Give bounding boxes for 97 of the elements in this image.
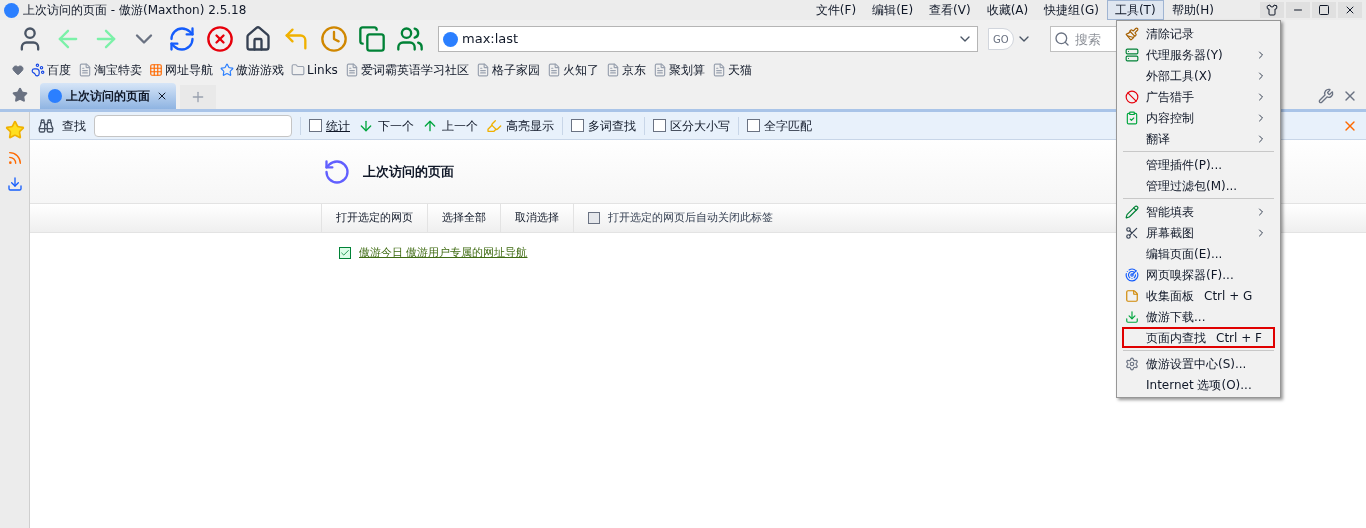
binoculars-icon <box>38 117 54 134</box>
star-icon[interactable] <box>4 120 25 140</box>
app-logo-icon <box>4 2 19 18</box>
gear-icon <box>1125 356 1139 371</box>
checkbox[interactable] <box>309 119 322 132</box>
bookmark-item[interactable]: 格子家园 <box>475 61 540 79</box>
clipboard-icon <box>1125 110 1139 125</box>
maximize-button[interactable] <box>1312 2 1336 18</box>
highlighter-icon <box>486 117 502 134</box>
find-field[interactable] <box>94 114 292 137</box>
bookmark-item[interactable]: 傲游游戏 <box>220 61 284 79</box>
refresh-icon <box>168 25 196 53</box>
radar-icon <box>1125 267 1139 282</box>
window-title: 上次访问的页面 - 傲游(Maxthon) 2.5.18 <box>23 2 247 19</box>
close-icon <box>1344 4 1356 16</box>
checkbox-label: 打开选定的网页后自动关闭此标签 <box>608 209 773 226</box>
rss-icon[interactable] <box>6 150 23 166</box>
menu-item[interactable]: 收藏(A) <box>978 0 1037 20</box>
checkbox[interactable] <box>339 247 351 260</box>
checkbox[interactable] <box>571 119 584 132</box>
menu-item[interactable]: 屏幕截图 <box>1122 222 1275 243</box>
checkbox[interactable] <box>653 119 666 132</box>
plus-icon <box>190 89 206 105</box>
menu-item[interactable]: 编辑页面(E)... <box>1122 243 1275 264</box>
windows-icon <box>358 25 386 53</box>
search-icon <box>1053 31 1070 47</box>
block-icon <box>1125 89 1139 104</box>
menu-item[interactable]: 广告猎手 <box>1122 86 1275 107</box>
menu-item[interactable]: 页面内查找 Ctrl + F <box>1122 327 1275 348</box>
menu-item[interactable]: 管理插件(P)... <box>1122 154 1275 175</box>
note-icon <box>1125 288 1139 303</box>
star-icon <box>220 63 234 77</box>
bookmark-item[interactable]: 聚划算 <box>652 61 705 79</box>
bookmark-item[interactable]: Links <box>291 61 338 79</box>
action-link[interactable]: 选择全部 <box>427 204 500 232</box>
grid-icon <box>149 63 163 77</box>
paw-icon <box>31 63 45 77</box>
address-field[interactable]: max:last <box>438 26 978 52</box>
tab[interactable]: 上次访问的页面 <box>40 83 176 109</box>
checkbox-label: 区分大小写 <box>670 117 730 135</box>
close-icon[interactable] <box>156 90 168 102</box>
scissors-icon <box>1125 225 1139 240</box>
wrench-icon[interactable] <box>1318 88 1334 104</box>
menu-item[interactable]: 帮助(H) <box>1163 0 1222 20</box>
checkbox-label: 多词查找 <box>588 117 636 135</box>
stop-icon <box>206 25 234 53</box>
bookmark-item[interactable]: 京东 <box>605 61 646 79</box>
find-label: 查找 <box>62 117 86 135</box>
bookmark-item[interactable]: 天猫 <box>711 61 752 79</box>
page-link[interactable]: 傲游今日 傲游用户专属的网址导航 <box>359 245 528 262</box>
menu-item[interactable]: 快捷组(G) <box>1036 0 1107 20</box>
folder-icon <box>291 63 305 77</box>
skin-button[interactable] <box>1260 2 1284 18</box>
download-icon[interactable] <box>6 176 23 192</box>
menu-item[interactable]: 管理过滤包(M)... <box>1122 175 1275 196</box>
bookmark-item[interactable]: 百度 <box>31 61 71 79</box>
find-button[interactable]: 上一个 <box>422 116 478 135</box>
pen-icon <box>1125 204 1139 219</box>
bookmark-item[interactable]: 淘宝特卖 <box>78 61 142 79</box>
menu-item[interactable]: 翻译 <box>1122 128 1275 149</box>
close-button[interactable] <box>1338 2 1362 18</box>
shirt-icon <box>1266 4 1278 16</box>
menu-item[interactable]: 文件(F) <box>807 0 865 20</box>
find-button[interactable]: 下一个 <box>358 116 414 135</box>
menu-item[interactable]: 外部工具(X) <box>1122 65 1275 86</box>
maximize-icon <box>1318 4 1330 16</box>
menu-item[interactable]: 编辑(E) <box>864 0 922 20</box>
menu-item[interactable]: 查看(V) <box>921 0 979 20</box>
menu-item[interactable]: Internet 选项(O)... <box>1122 374 1275 395</box>
menu-item[interactable]: 收集面板 Ctrl + G <box>1122 285 1275 306</box>
go-button[interactable]: GO <box>988 28 1014 50</box>
download-icon <box>1125 309 1139 324</box>
bookmark-item[interactable]: 网址导航 <box>149 61 213 79</box>
menu-item[interactable]: 网页嗅探器(F)... <box>1122 264 1275 285</box>
menu-item[interactable]: 傲游设置中心(S)... <box>1122 353 1275 374</box>
users-icon <box>396 25 424 53</box>
checkbox[interactable] <box>588 212 600 224</box>
checkbox[interactable] <box>747 119 760 132</box>
bookmark-item[interactable]: 爱词霸英语学习社区 <box>344 61 469 79</box>
history-page-icon <box>323 157 351 186</box>
checkbox-label: 统计 <box>326 117 350 135</box>
menu-item[interactable]: 工具(T) <box>1106 0 1164 20</box>
server-icon <box>1125 47 1139 62</box>
brush-icon <box>1125 26 1139 41</box>
action-link[interactable]: 取消选择 <box>500 204 573 232</box>
menu-item[interactable]: 傲游下载... <box>1122 306 1275 327</box>
clock-icon <box>320 25 348 53</box>
home-icon <box>244 25 272 53</box>
checkbox-label: 全字匹配 <box>764 117 812 135</box>
heart-icon <box>12 64 24 76</box>
page-heading: 上次访问的页面 <box>363 162 454 181</box>
action-link[interactable]: 打开选定的网页 <box>321 204 427 232</box>
menu-item[interactable]: 内容控制 <box>1122 107 1275 128</box>
star-icon <box>12 87 28 103</box>
find-button[interactable]: 高亮显示 <box>486 116 554 135</box>
bookmark-item[interactable]: 火知了 <box>546 61 599 79</box>
menu-item[interactable]: 智能填表 <box>1122 201 1275 222</box>
